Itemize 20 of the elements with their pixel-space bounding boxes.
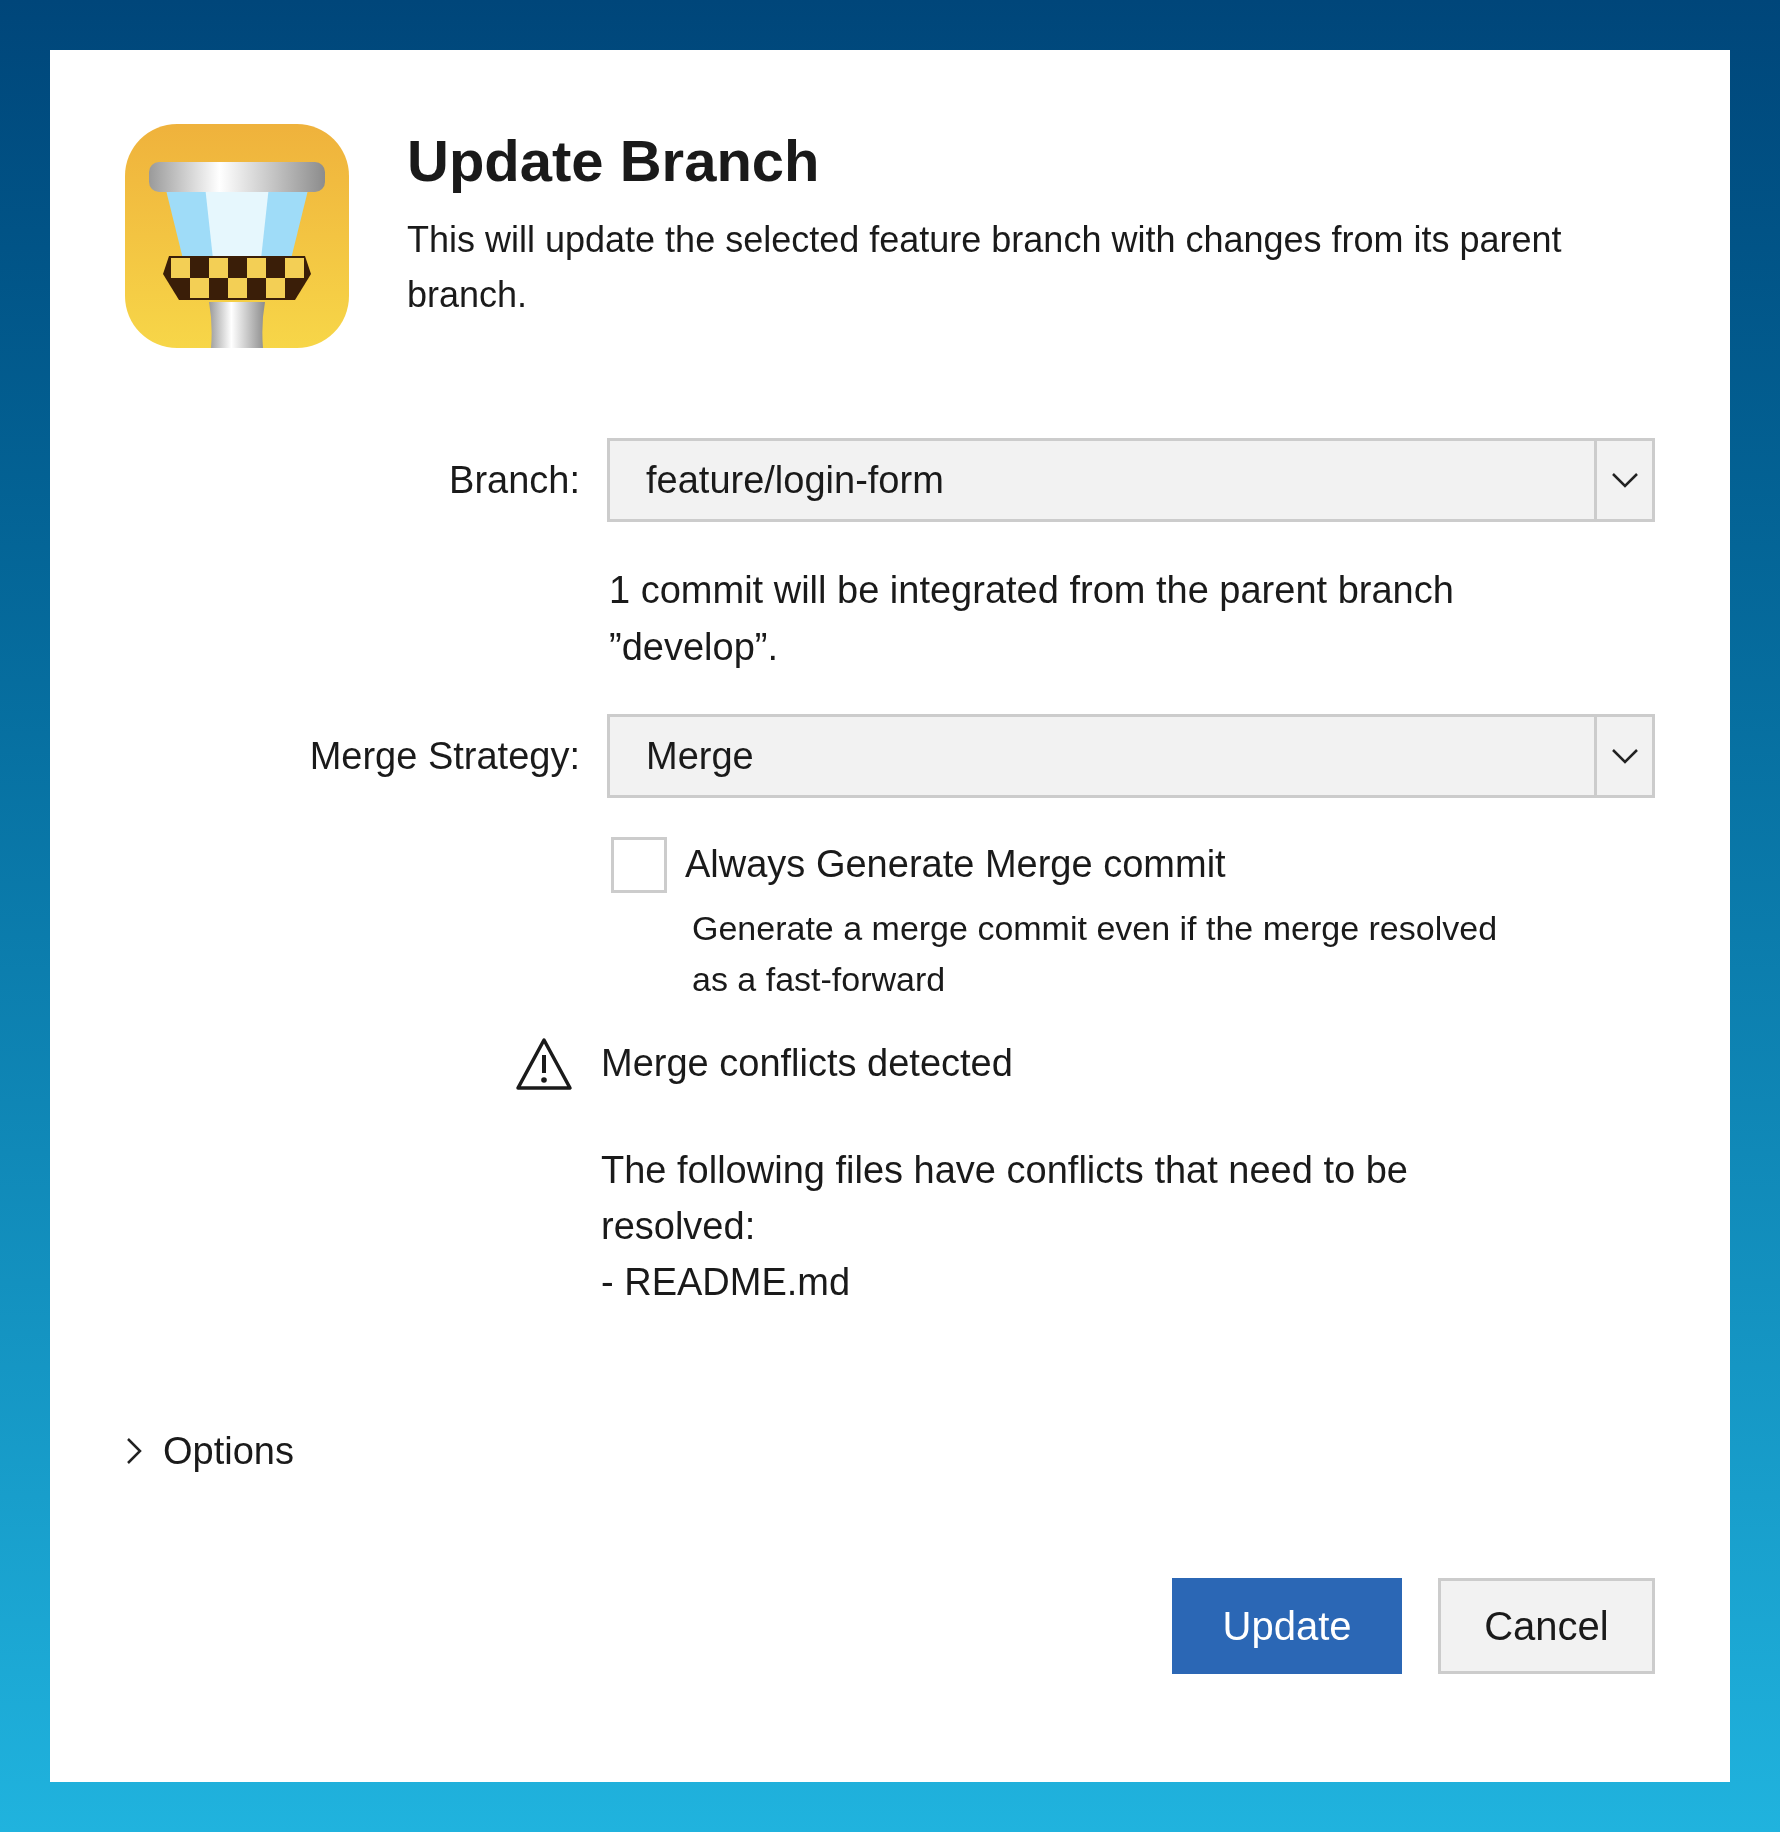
checkbox[interactable]	[611, 836, 667, 893]
cancel-button[interactable]: Cancel	[1438, 1577, 1655, 1674]
merge-strategy-label: Merge Strategy:	[308, 733, 580, 779]
conflict-file: - README.md	[601, 1260, 852, 1306]
merge-strategy-dropdown[interactable]: Merge	[607, 714, 1655, 798]
branch-label: Branch:	[448, 457, 580, 503]
options-toggle[interactable]: Options	[125, 1422, 294, 1480]
app-icon	[125, 124, 349, 348]
conflict-message: The following files have conflicts that need to be resolved:	[601, 1148, 1409, 1250]
chevron-down-icon	[1610, 748, 1639, 764]
update-button[interactable]: Update	[1172, 1577, 1402, 1674]
checkbox-label[interactable]: Always Generate Merge commit	[685, 836, 1226, 893]
commit-note: 1 commit will be integrated from the parent branch ”develop”.	[608, 568, 1455, 670]
chevron-down-icon	[1610, 472, 1639, 488]
dialog-title: Update Branch	[407, 127, 821, 195]
warning-title: Merge conflicts detected	[601, 1041, 1013, 1086]
warning-icon	[515, 1036, 573, 1091]
dialog-description: This will update the selected feature branch with changes from its parent branch.	[407, 217, 1563, 318]
checkbox-description: Generate a merge commit even if the merge resolved as a fast-forward	[691, 908, 1499, 1000]
branch-dropdown[interactable]: feature/login-form	[607, 438, 1655, 522]
